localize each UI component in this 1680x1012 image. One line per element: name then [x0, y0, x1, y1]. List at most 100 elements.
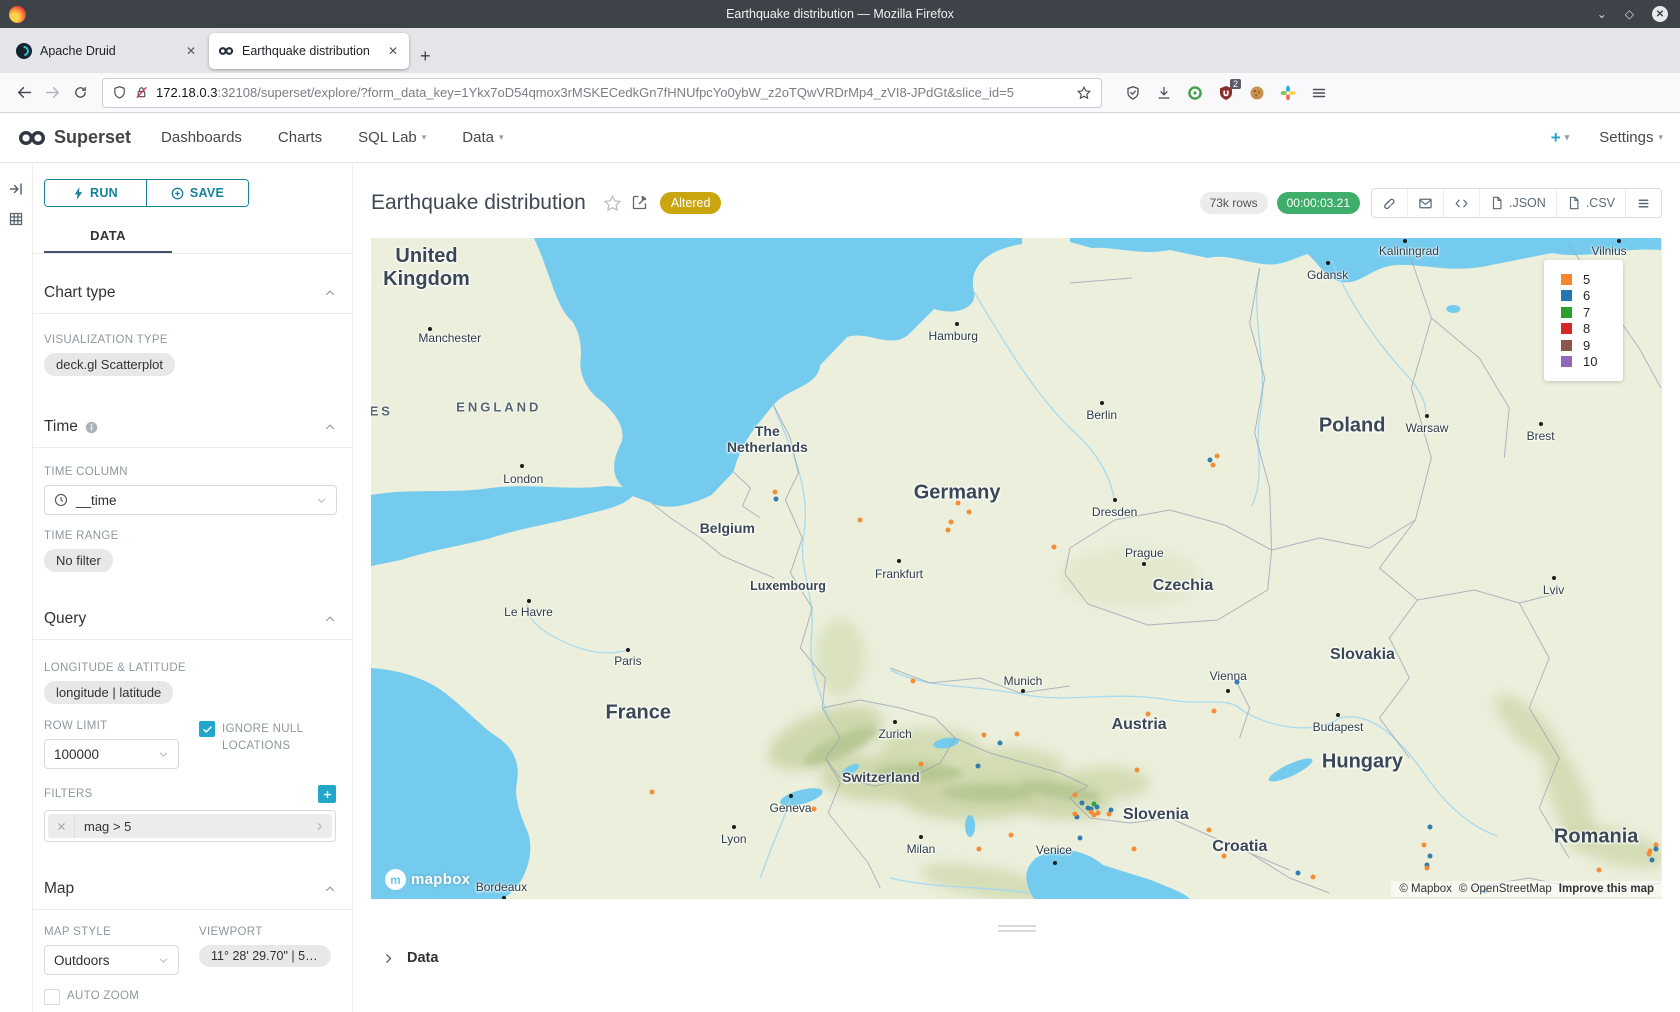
main-content: Earthquake distribution Altered 73k rows…: [353, 163, 1680, 1012]
improve-map-link[interactable]: Improve this map: [1559, 883, 1654, 895]
section-map[interactable]: Map: [44, 880, 336, 898]
time-column-select[interactable]: __time: [44, 485, 337, 515]
auto-zoom-checkbox[interactable]: [44, 989, 60, 1005]
data-panel-toggle[interactable]: Data: [383, 950, 1662, 966]
legend-swatch: [1561, 274, 1572, 285]
clock-icon: [54, 493, 68, 507]
city-dot: [1226, 689, 1230, 693]
country-label: Hungary: [1322, 751, 1403, 774]
chevron-down-icon: [158, 749, 169, 760]
close-window-icon[interactable]: ✕: [1652, 6, 1668, 22]
mapbox-attribution-link[interactable]: © Mapbox: [1399, 883, 1452, 895]
code-button[interactable]: [1443, 189, 1479, 217]
row-limit-select[interactable]: 100000: [44, 739, 179, 769]
earthquake-point: [1427, 854, 1432, 859]
forward-icon[interactable]: [38, 79, 66, 107]
earthquake-point: [918, 762, 923, 767]
minimize-icon[interactable]: ⌄: [1597, 8, 1607, 20]
lonlat-value[interactable]: longitude | latitude: [44, 681, 173, 704]
earthquake-point: [1080, 801, 1085, 806]
earthquake-point: [1095, 811, 1100, 816]
ignore-null-checkbox[interactable]: [199, 721, 215, 737]
close-tab-icon[interactable]: ✕: [184, 42, 198, 60]
superset-logo-icon[interactable]: Superset: [17, 127, 131, 148]
time-range-value[interactable]: No filter: [44, 549, 113, 572]
earthquake-point: [1206, 828, 1211, 833]
city-label: Dresden: [1092, 505, 1137, 519]
country-label: United Kingdom: [383, 245, 470, 291]
hamburger-icon[interactable]: [1310, 84, 1328, 102]
edit-title-icon[interactable]: [632, 195, 648, 211]
city-label: Manchester: [418, 331, 481, 345]
screen: Earthquake distribution — Mozilla Firefo…: [0, 0, 1680, 1012]
region-label: ES: [371, 404, 393, 419]
osm-attribution-link[interactable]: © OpenStreetMap: [1459, 883, 1552, 895]
nav-item-sql-lab[interactable]: SQL Lab▾: [358, 129, 426, 146]
export-button-label: .CSV: [1586, 196, 1615, 210]
link-button[interactable]: [1372, 189, 1407, 217]
rows-badge: 73k rows: [1200, 192, 1268, 214]
remove-filter-icon[interactable]: [48, 814, 75, 838]
reload-icon[interactable]: [66, 79, 94, 107]
close-tab-icon[interactable]: ✕: [386, 42, 400, 60]
ublock-icon[interactable]: 2: [1217, 84, 1235, 102]
export-json-button[interactable]: .JSON: [1479, 189, 1556, 217]
left-icon-rail: [0, 163, 33, 1012]
deckgl-map[interactable]: United KingdomThe NetherlandsBelgiumLuxe…: [371, 238, 1662, 899]
city-label: Lyon: [721, 832, 747, 846]
browser-tab-1[interactable]: Apache Druid✕: [7, 33, 207, 69]
earthquake-point: [773, 489, 778, 494]
tab-data[interactable]: DATA: [44, 219, 172, 253]
favorite-star-icon[interactable]: [603, 194, 622, 213]
mapbox-logo[interactable]: m mapbox: [385, 869, 470, 890]
superset-navbar: Superset Dashboards Charts SQL Lab▾ Data▾ +…: [0, 113, 1680, 163]
cookie-icon[interactable]: [1248, 84, 1266, 102]
filter-item[interactable]: mag > 5: [44, 810, 336, 842]
download-icon[interactable]: [1155, 84, 1173, 102]
section-chart-type[interactable]: Chart type: [44, 284, 336, 302]
bookmark-star-icon[interactable]: [1076, 85, 1092, 101]
city-label: Bordeaux: [476, 880, 527, 894]
lock-slash-icon[interactable]: [134, 85, 149, 100]
url-bar[interactable]: 172.18.0.3:32108/superset/explore/?form_…: [102, 78, 1102, 108]
legend-item: 9: [1561, 337, 1623, 354]
shield-icon[interactable]: [112, 85, 127, 100]
run-button[interactable]: RUN: [45, 180, 146, 206]
nav-item-charts[interactable]: Charts: [278, 129, 322, 146]
settings-menu[interactable]: Settings▾: [1599, 129, 1663, 146]
back-icon[interactable]: [10, 79, 38, 107]
earthquake-point: [1146, 711, 1151, 716]
earthquake-point: [1072, 793, 1077, 798]
info-icon: [85, 421, 98, 434]
leaf-ring-icon[interactable]: [1186, 84, 1204, 102]
section-time[interactable]: Time: [44, 418, 336, 436]
add-new-button[interactable]: +▾: [1551, 128, 1569, 148]
map-style-select[interactable]: Outdoors: [44, 945, 179, 975]
earthquake-point: [1427, 824, 1432, 829]
add-filter-button[interactable]: [318, 785, 336, 803]
viz-type-value[interactable]: deck.gl Scatterplot: [44, 353, 175, 376]
open-filter-icon[interactable]: [306, 814, 332, 838]
dataset-grid-icon[interactable]: [8, 211, 24, 227]
pinwheel-icon[interactable]: [1279, 84, 1297, 102]
maximize-icon[interactable]: ◇: [1625, 8, 1634, 20]
panel-resize-handle[interactable]: [998, 925, 1036, 932]
city-dot: [789, 794, 793, 798]
save-button[interactable]: SAVE: [146, 180, 248, 206]
export-csv-button[interactable]: .CSV: [1556, 189, 1625, 217]
menu-button[interactable]: [1625, 189, 1661, 217]
city-label: Brest: [1527, 429, 1555, 443]
link-icon: [1382, 196, 1397, 211]
nav-item-data[interactable]: Data▾: [462, 129, 503, 146]
new-tab-button[interactable]: +: [410, 46, 441, 73]
viewport-value[interactable]: 11° 28' 29.70" | 50...: [199, 945, 331, 967]
browser-tab-2[interactable]: Earthquake distribution✕: [209, 33, 409, 69]
section-query[interactable]: Query: [44, 610, 336, 628]
ignore-null-label: IGNORE NULL LOCATIONS: [222, 721, 314, 756]
collapse-panel-icon[interactable]: [8, 181, 24, 197]
filter-expression: mag > 5: [75, 819, 306, 834]
query-timer-badge: 00:00:03.21: [1277, 192, 1360, 214]
pocket-shield-icon[interactable]: [1124, 84, 1142, 102]
email-button[interactable]: [1407, 189, 1443, 217]
nav-item-dashboards[interactable]: Dashboards: [161, 129, 242, 146]
